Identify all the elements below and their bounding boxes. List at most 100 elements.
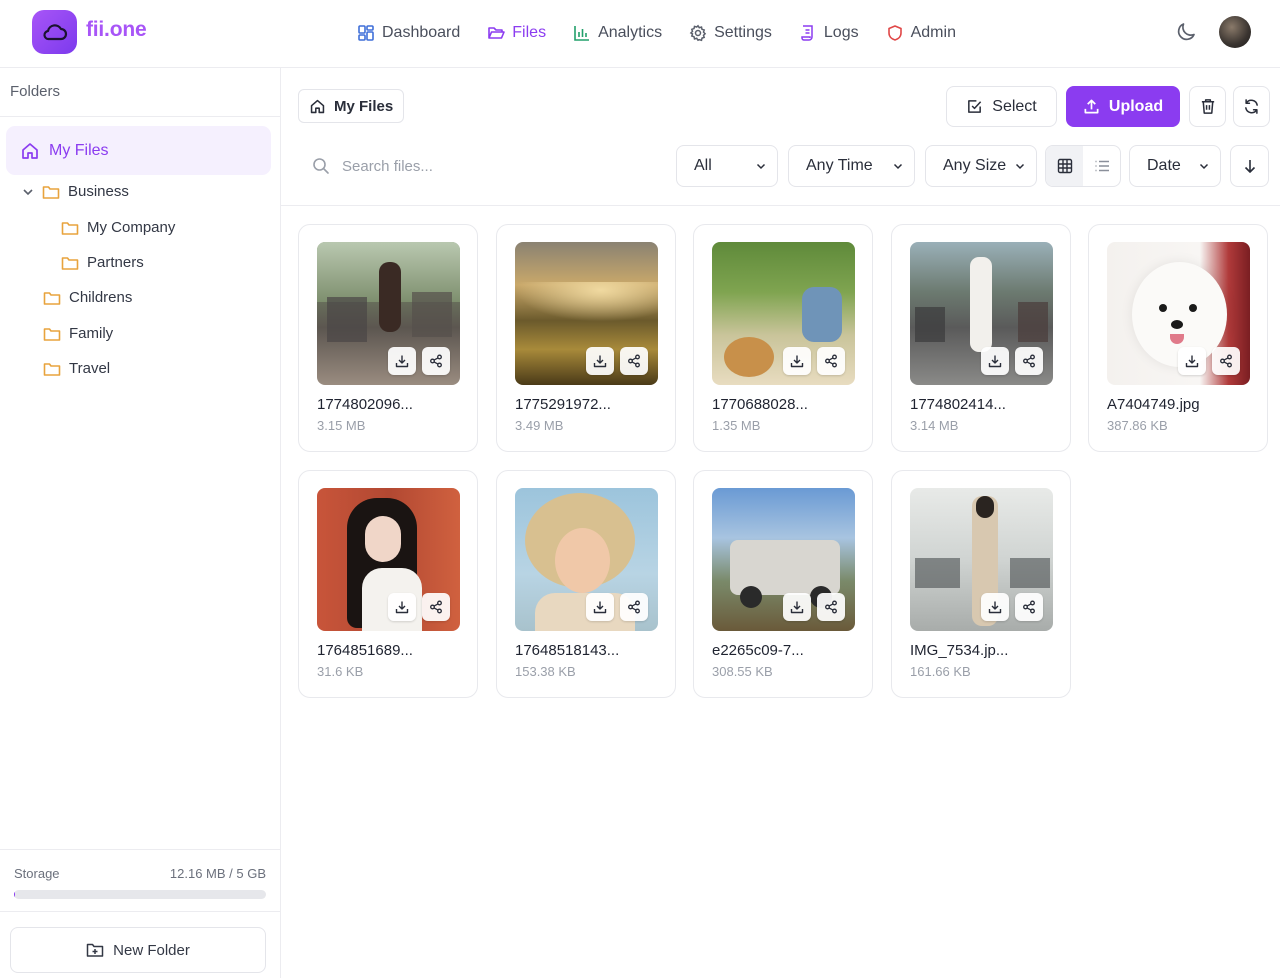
select-label: Select bbox=[992, 97, 1037, 115]
nav-settings[interactable]: Settings bbox=[689, 20, 772, 46]
sort-select[interactable]: Date bbox=[1129, 145, 1221, 187]
file-card[interactable]: 17648518143... 153.38 KB bbox=[496, 470, 676, 698]
storage-usage: 12.16 MB / 5 GB bbox=[169, 866, 266, 881]
sidebar-item-business[interactable]: Business bbox=[22, 183, 129, 200]
file-size: 153.38 KB bbox=[515, 664, 576, 679]
upload-button[interactable]: Upload bbox=[1066, 86, 1180, 127]
nav-label: Settings bbox=[714, 24, 772, 41]
chevron-down-icon[interactable] bbox=[22, 186, 34, 198]
share-button[interactable] bbox=[817, 593, 845, 621]
share-button[interactable] bbox=[1212, 347, 1240, 375]
download-icon bbox=[988, 601, 1002, 614]
download-button[interactable] bbox=[981, 593, 1009, 621]
file-card[interactable]: 1775291972... 3.49 MB bbox=[496, 224, 676, 452]
nav-label: Dashboard bbox=[382, 24, 461, 41]
download-button[interactable] bbox=[586, 593, 614, 621]
main-panel: My Files Select Upload All Any Time Any … bbox=[281, 68, 1280, 978]
file-card[interactable]: e2265c09-7... 308.55 KB bbox=[693, 470, 873, 698]
folder-icon bbox=[43, 291, 61, 305]
new-folder-label: New Folder bbox=[113, 941, 190, 959]
avatar[interactable] bbox=[1219, 16, 1251, 48]
list-icon bbox=[1095, 160, 1109, 172]
select-button[interactable]: Select bbox=[946, 86, 1057, 127]
download-icon bbox=[593, 355, 607, 368]
file-size: 1.35 MB bbox=[712, 418, 761, 433]
download-button[interactable] bbox=[981, 347, 1009, 375]
file-name: 1774802414... bbox=[910, 396, 1006, 413]
download-button[interactable] bbox=[388, 593, 416, 621]
sidebar-item-partners[interactable]: Partners bbox=[61, 254, 144, 271]
download-button[interactable] bbox=[783, 593, 811, 621]
download-button[interactable] bbox=[388, 347, 416, 375]
file-card[interactable]: 1774802414... 3.14 MB bbox=[891, 224, 1071, 452]
nav-files[interactable]: Files bbox=[487, 20, 546, 46]
download-button[interactable] bbox=[783, 347, 811, 375]
nav-label: Analytics bbox=[598, 24, 663, 41]
folder-icon bbox=[61, 221, 79, 235]
type-filter-value: All bbox=[694, 157, 712, 174]
sidebar-item-label: Travel bbox=[69, 360, 111, 377]
type-filter-select[interactable]: All bbox=[676, 145, 778, 187]
sidebar-item-label: Business bbox=[68, 183, 129, 200]
file-card[interactable]: 1764851689... 31.6 KB bbox=[298, 470, 478, 698]
home-icon bbox=[22, 142, 38, 159]
share-button[interactable] bbox=[422, 347, 450, 375]
chevron-down-icon bbox=[893, 163, 903, 170]
file-card[interactable]: IMG_7534.jp... 161.66 KB bbox=[891, 470, 1071, 698]
file-size: 3.49 MB bbox=[515, 418, 564, 433]
nav-admin[interactable]: Admin bbox=[886, 20, 956, 46]
sidebar-item-family[interactable]: Family bbox=[43, 325, 113, 342]
logo[interactable] bbox=[32, 10, 77, 54]
sort-direction-button[interactable] bbox=[1230, 145, 1269, 187]
view-toggle bbox=[1045, 145, 1121, 187]
grid-view-button[interactable] bbox=[1046, 146, 1083, 186]
nav-label: Files bbox=[512, 24, 547, 41]
breadcrumb[interactable]: My Files bbox=[298, 89, 405, 123]
share-button[interactable] bbox=[620, 347, 648, 375]
file-card[interactable]: 1770688028... 1.35 MB bbox=[693, 224, 873, 452]
nav-analytics[interactable]: Analytics bbox=[573, 20, 662, 46]
file-card[interactable]: A7404749.jpg 387.86 KB bbox=[1088, 224, 1268, 452]
search-input[interactable] bbox=[342, 157, 642, 175]
time-filter-select[interactable]: Any Time bbox=[788, 145, 915, 187]
new-folder-button[interactable]: New Folder bbox=[10, 927, 266, 973]
download-button[interactable] bbox=[586, 347, 614, 375]
sidebar-item-my-files[interactable]: My Files bbox=[6, 126, 271, 175]
size-filter-select[interactable]: Any Size bbox=[925, 145, 1037, 187]
share-button[interactable] bbox=[817, 347, 845, 375]
download-icon bbox=[593, 601, 607, 614]
file-card[interactable]: 1774802096... 3.15 MB bbox=[298, 224, 478, 452]
refresh-button[interactable] bbox=[1233, 86, 1270, 127]
trash-icon bbox=[1201, 99, 1214, 114]
sort-value: Date bbox=[1147, 157, 1181, 174]
file-name: 1764851689... bbox=[317, 642, 413, 659]
share-button[interactable] bbox=[1015, 347, 1043, 375]
search-icon bbox=[313, 158, 329, 174]
sidebar-item-my-company[interactable]: My Company bbox=[61, 219, 175, 236]
download-icon bbox=[790, 355, 804, 368]
download-button[interactable] bbox=[1178, 347, 1206, 375]
sidebar-item-label: Partners bbox=[87, 254, 144, 271]
nav-logs[interactable]: Logs bbox=[799, 20, 859, 46]
time-filter-value: Any Time bbox=[806, 157, 873, 174]
arrow-down-icon bbox=[1244, 160, 1255, 173]
file-size: 161.66 KB bbox=[910, 664, 971, 679]
share-button[interactable] bbox=[422, 593, 450, 621]
sidebar-item-childrens[interactable]: Childrens bbox=[43, 289, 132, 306]
file-size: 3.14 MB bbox=[910, 418, 959, 433]
list-view-button[interactable] bbox=[1083, 146, 1120, 186]
share-button[interactable] bbox=[620, 593, 648, 621]
divider bbox=[281, 205, 1280, 206]
theme-toggle-moon-icon[interactable] bbox=[1174, 20, 1198, 44]
share-icon bbox=[628, 354, 640, 368]
upload-label: Upload bbox=[1108, 97, 1164, 115]
brand-name[interactable]: fii.one bbox=[86, 18, 147, 42]
nav-dashboard[interactable]: Dashboard bbox=[357, 20, 460, 46]
grid-icon bbox=[1057, 158, 1072, 174]
sidebar-item-travel[interactable]: Travel bbox=[43, 360, 110, 377]
sidebar: Folders My Files Business My Company Par… bbox=[0, 68, 281, 978]
delete-button[interactable] bbox=[1189, 86, 1226, 127]
share-icon bbox=[430, 600, 442, 614]
share-button[interactable] bbox=[1015, 593, 1043, 621]
storage-panel: Storage 12.16 MB / 5 GB bbox=[0, 849, 280, 899]
